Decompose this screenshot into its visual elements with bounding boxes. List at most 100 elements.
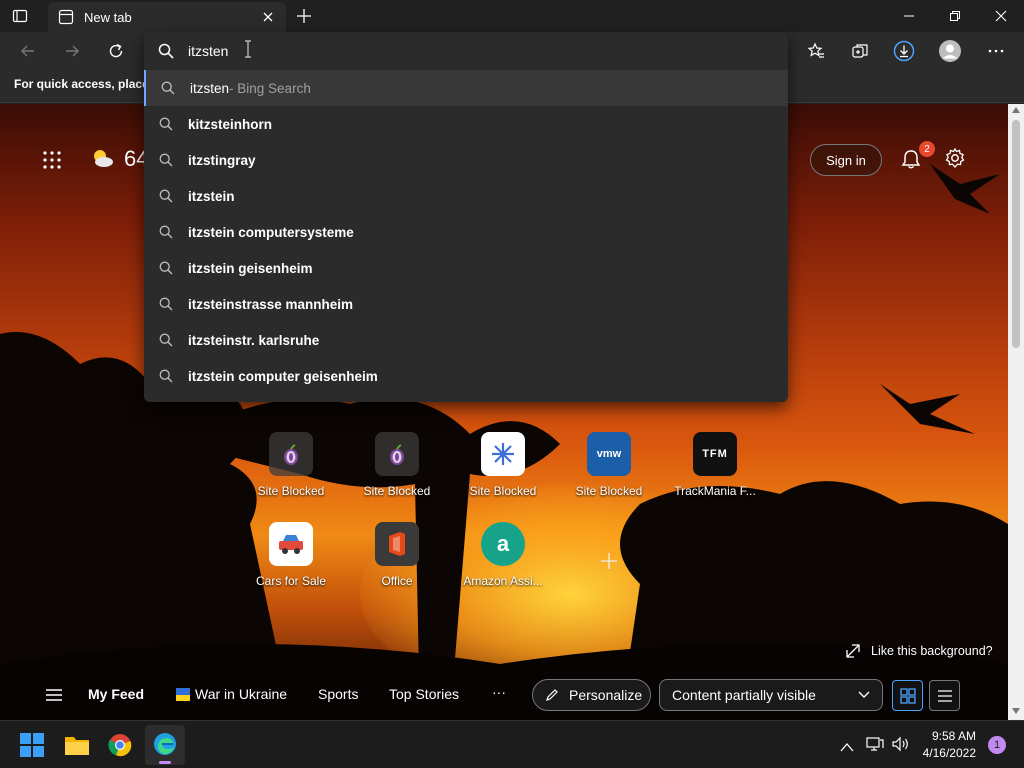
windows-start-icon[interactable] [20, 733, 44, 757]
volume-icon[interactable] [891, 736, 909, 752]
notification-count-badge: 2 [919, 141, 935, 157]
close-icon [995, 10, 1007, 22]
refresh-button[interactable] [100, 35, 132, 67]
tile-label: Site Blocked [469, 484, 537, 498]
suggestion-item[interactable]: itzsteinstrasse mannheim [144, 286, 788, 322]
file-explorer-icon[interactable] [64, 733, 90, 757]
collections-button[interactable] [844, 35, 876, 67]
favorites-star-icon [807, 42, 824, 58]
profile-button[interactable] [934, 35, 966, 67]
ukraine-flag-icon [176, 688, 190, 701]
personalize-button[interactable]: Personalize [532, 679, 651, 711]
suggestion-item[interactable]: itzstingray [144, 142, 788, 178]
back-button[interactable] [12, 35, 44, 67]
tab-actions-icon[interactable] [12, 8, 28, 24]
clock-time[interactable]: 9:58 AM [930, 729, 976, 743]
feed-tab-top-stories[interactable]: Top Stories [389, 686, 459, 702]
quick-link-tile[interactable]: Cars for Sale [248, 522, 334, 588]
address-bar[interactable]: itzsten [144, 32, 788, 70]
sign-in-label: Sign in [826, 152, 866, 168]
new-tab-page-icon [58, 9, 74, 25]
content-visibility-dropdown[interactable]: Content partially visible [659, 679, 883, 711]
quick-link-tile[interactable]: Site Blocked [354, 432, 440, 498]
favorites-bar-hint: For quick access, place y [14, 77, 159, 91]
apps-launcher-icon[interactable] [42, 150, 62, 170]
search-icon [144, 153, 188, 167]
chevron-up-icon[interactable] [840, 739, 854, 752]
minimize-button[interactable] [886, 0, 932, 32]
trackmania-icon: TFM [693, 432, 737, 476]
list-layout-button[interactable] [929, 680, 960, 711]
suggestion-item[interactable]: itzstein geisenheim [144, 250, 788, 286]
close-window-button[interactable] [978, 0, 1024, 32]
close-tab-icon[interactable] [260, 9, 276, 25]
suggestion-item[interactable]: kitzsteinhorn [144, 106, 788, 142]
vmware-icon: vmw [587, 432, 631, 476]
quick-link-tile[interactable]: Site Blocked [460, 432, 546, 498]
grid-layout-button[interactable] [892, 680, 923, 711]
content-visibility-value: Content partially visible [672, 687, 816, 703]
page-settings-gear-icon[interactable] [944, 147, 966, 169]
notification-center-badge[interactable]: 1 [988, 736, 1006, 754]
address-bar-input[interactable]: itzsten [188, 43, 228, 59]
weather-partly-sunny-icon[interactable] [90, 146, 114, 170]
feed-bar: My Feed War in Ukraine Sports Top Storie… [0, 672, 1008, 720]
clock-date[interactable]: 4/16/2022 [918, 746, 976, 760]
scroll-down-arrow-icon[interactable] [1012, 708, 1020, 714]
page-scrollbar[interactable] [1008, 104, 1024, 720]
tile-label: Site Blocked [575, 484, 643, 498]
search-icon [146, 81, 190, 95]
quick-link-tile[interactable]: a Amazon Assi... [460, 522, 546, 588]
chrome-icon[interactable] [108, 733, 132, 757]
search-icon [158, 43, 174, 59]
suggestion-text: itzstein geisenheim [188, 260, 313, 276]
tile-label: Office [381, 574, 413, 588]
quick-link-tile[interactable]: vmw Site Blocked [566, 432, 652, 498]
forward-button[interactable] [56, 35, 88, 67]
suggestion-item[interactable]: itzstein computersysteme [144, 214, 788, 250]
suggestion-text: itzsteinstr. karlsruhe [188, 332, 320, 348]
suggestion-bing-search[interactable]: itzsten - Bing Search [144, 70, 788, 106]
car-icon [269, 522, 313, 566]
download-icon [893, 40, 915, 62]
avatar-icon [939, 40, 961, 62]
add-quick-link-plus-icon[interactable] [600, 552, 618, 570]
tab-new-tab[interactable]: New tab [48, 2, 286, 32]
search-icon [144, 117, 188, 131]
scrollbar-thumb[interactable] [1012, 120, 1020, 348]
quick-link-tile[interactable]: TFM TrackMania F... [672, 432, 758, 498]
suggestion-item[interactable]: itzstein [144, 178, 788, 214]
tile-label: Site Blocked [257, 484, 325, 498]
my-feed-tab[interactable]: My Feed [88, 686, 144, 702]
network-icon[interactable] [866, 736, 884, 752]
feed-tab-war-in-ukraine[interactable]: War in Ukraine [195, 686, 287, 702]
settings-menu-button[interactable] [980, 35, 1012, 67]
edge-taskbar-button[interactable] [145, 725, 185, 765]
list-view-icon [937, 689, 952, 702]
back-arrow-icon [21, 45, 34, 57]
downloads-button[interactable] [888, 35, 920, 67]
restore-icon [950, 11, 960, 21]
search-icon [144, 297, 188, 311]
new-tab-plus-icon[interactable] [294, 6, 314, 26]
title-bar: New tab [0, 0, 1024, 32]
scroll-up-arrow-icon[interactable] [1012, 107, 1020, 113]
suggestion-text: kitzsteinhorn [188, 116, 273, 132]
quick-link-tile[interactable]: Site Blocked [248, 432, 334, 498]
suggestion-text: itzsten [190, 80, 230, 96]
tile-label: Site Blocked [363, 484, 431, 498]
feed-more-button[interactable]: ··· [492, 684, 506, 700]
tile-label: TrackMania F... [674, 484, 756, 498]
favorites-button[interactable] [800, 35, 832, 67]
suggestion-item[interactable]: itzstein computer geisenheim [144, 358, 788, 394]
taskbar: 9:58 AM 4/16/2022 1 [0, 720, 1024, 768]
suggestion-text: itzsteinstrasse mannheim [188, 296, 354, 312]
like-background-link[interactable]: Like this background? [871, 644, 993, 658]
quick-link-tile[interactable]: Office [354, 522, 440, 588]
sign-in-button[interactable]: Sign in [810, 144, 882, 176]
hamburger-menu-icon[interactable] [45, 688, 63, 702]
feed-tab-sports[interactable]: Sports [318, 686, 358, 702]
expand-icon[interactable] [846, 644, 860, 658]
suggestion-item[interactable]: itzsteinstr. karlsruhe [144, 322, 788, 358]
restore-button[interactable] [932, 0, 978, 32]
